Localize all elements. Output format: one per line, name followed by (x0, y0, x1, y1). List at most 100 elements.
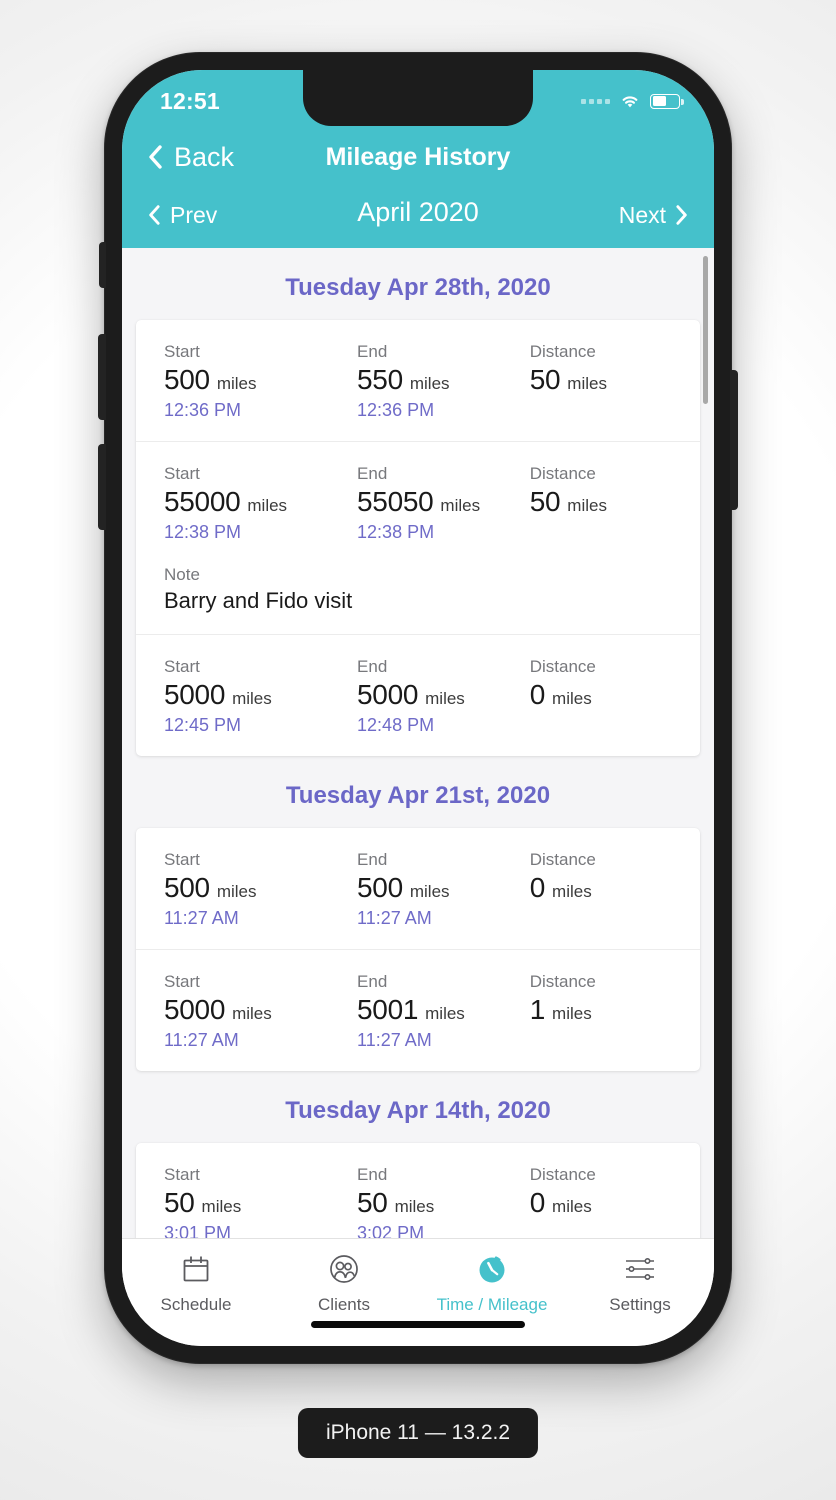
mileage-entry[interactable]: Start 50 miles 3:01 PM End 50 miles 3:02… (136, 1143, 700, 1238)
start-value: 50 (164, 1187, 195, 1218)
start-unit: miles (247, 496, 288, 515)
end-column: End 5000 miles 12:48 PM (357, 657, 530, 736)
distance-label: Distance (529, 657, 596, 676)
tab-clients-label: Clients (318, 1295, 370, 1314)
end-column: End 55050 miles 12:38 PM (357, 464, 530, 543)
mileage-entry[interactable]: Start 55000 miles 12:38 PM End 55050 mil… (136, 442, 700, 635)
chevron-left-icon (149, 145, 162, 169)
distance-value-row: 50 miles (530, 364, 672, 396)
end-value: 50 (357, 1187, 388, 1218)
back-button-label: Back (174, 141, 235, 172)
status-bar-clock: 12:51 (160, 87, 220, 114)
home-indicator[interactable] (311, 1321, 525, 1328)
end-unit: miles (409, 374, 450, 393)
device-caption: iPhone 11 — 13.2.2 (297, 1408, 539, 1458)
cellular-dots-icon (581, 98, 610, 104)
end-value: 5001 (357, 994, 419, 1025)
start-value: 5000 (164, 994, 226, 1025)
stopwatch-icon (475, 1252, 509, 1286)
distance-value: 50 (529, 364, 561, 395)
date-heading: Tuesday Apr 21st, 2020 (285, 782, 551, 809)
device-screen: 12:51 Back Mileage History Prev April 20… (122, 70, 714, 1346)
start-time: 11:27 AM (164, 908, 239, 928)
month-pager: Prev April 2020 Next (122, 188, 714, 248)
next-month-button[interactable]: Next (619, 202, 688, 229)
end-unit: miles (425, 689, 465, 708)
mileage-entry[interactable]: Start 500 miles 12:36 PM End 550 miles 1… (136, 320, 700, 442)
scroll-area[interactable]: Tuesday Apr 28th, 2020 Start 500 miles 1… (122, 248, 714, 1238)
end-value: 500 (357, 872, 403, 903)
start-unit: miles (232, 1004, 272, 1023)
end-time: 11:27 AM (357, 1030, 432, 1050)
distance-unit: miles (552, 1197, 592, 1216)
volume-up-button[interactable] (98, 334, 106, 420)
end-time: 12:36 PM (357, 400, 435, 420)
people-icon (327, 1252, 361, 1286)
end-label: End (357, 464, 388, 483)
calendar-icon (180, 1252, 212, 1286)
start-label: Start (164, 1165, 200, 1184)
start-column: Start 5000 miles 12:45 PM (164, 657, 357, 736)
mileage-history-list[interactable]: Tuesday Apr 28th, 2020 Start 500 miles 1… (122, 248, 714, 1238)
end-value: 5000 (357, 679, 419, 710)
tab-schedule-label: Schedule (160, 1295, 232, 1314)
entry-columns: Start 5000 miles 12:45 PM End 5000 miles… (164, 657, 672, 736)
start-label: Start (164, 342, 200, 361)
end-value-row: 5001 miles (357, 994, 530, 1026)
start-value-row: 5000 miles (164, 679, 357, 711)
end-value: 55050 (357, 486, 434, 517)
distance-unit: miles (552, 882, 592, 901)
start-time: 3:01 PM (164, 1223, 232, 1238)
prev-month-button[interactable]: Prev (148, 202, 217, 229)
entry-columns: Start 5000 miles 11:27 AM End 5001 miles… (164, 972, 672, 1051)
note-text: Barry and Fido visit (164, 588, 353, 613)
distance-label: Distance (529, 1165, 596, 1184)
chevron-right-icon (676, 205, 687, 225)
tab-settings[interactable]: Settings (566, 1252, 714, 1315)
start-value: 500 (164, 872, 210, 903)
chevron-left-icon (149, 205, 160, 225)
start-column: Start 500 miles 12:36 PM (164, 342, 357, 421)
distance-value: 0 (529, 872, 546, 903)
distance-label: Distance (529, 342, 596, 361)
end-time: 3:02 PM (357, 1223, 425, 1238)
mileage-entry[interactable]: Start 5000 miles 11:27 AM End 5001 miles… (136, 950, 700, 1071)
power-button[interactable] (730, 370, 738, 510)
volume-down-button[interactable] (98, 444, 106, 530)
end-value-row: 5000 miles (357, 679, 530, 711)
end-time: 12:38 PM (357, 522, 435, 542)
mileage-entry[interactable]: Start 5000 miles 12:45 PM End 5000 miles… (136, 635, 700, 756)
distance-unit: miles (552, 689, 592, 708)
end-value-row: 500 miles (357, 872, 530, 904)
distance-label: Distance (529, 972, 596, 991)
note-label: Note (164, 565, 200, 584)
distance-value-row: 0 miles (530, 872, 672, 904)
distance-label: Distance (529, 850, 596, 869)
sliders-icon (623, 1252, 657, 1286)
distance-value-row: 50 miles (530, 486, 672, 518)
start-unit: miles (216, 374, 257, 393)
start-time: 11:27 AM (164, 1030, 239, 1050)
silent-switch-button[interactable] (99, 242, 106, 288)
start-column: Start 500 miles 11:27 AM (164, 850, 357, 929)
distance-value: 1 (529, 994, 546, 1025)
tab-settings-label: Settings (609, 1295, 671, 1314)
distance-unit: miles (567, 374, 607, 393)
prev-month-label: Prev (170, 201, 218, 228)
start-value-row: 500 miles (164, 364, 357, 396)
tab-schedule[interactable]: Schedule (122, 1252, 270, 1315)
back-button[interactable]: Back (148, 142, 234, 173)
tab-clients[interactable]: Clients (270, 1252, 418, 1315)
vertical-scrollbar[interactable] (703, 256, 708, 404)
distance-column: Distance 0 miles (530, 850, 672, 929)
mileage-entry[interactable]: Start 500 miles 11:27 AM End 500 miles 1… (136, 828, 700, 950)
tab-time-mileage[interactable]: Time / Mileage (418, 1252, 566, 1315)
date-heading: Tuesday Apr 14th, 2020 (285, 1097, 551, 1124)
end-column: End 5001 miles 11:27 AM (357, 972, 530, 1051)
distance-column: Distance 0 miles (530, 657, 672, 736)
end-unit: miles (394, 1197, 435, 1216)
distance-column: Distance 50 miles (530, 342, 672, 421)
end-value-row: 550 miles (357, 364, 530, 396)
date-heading: Tuesday Apr 28th, 2020 (285, 274, 551, 301)
start-value-row: 500 miles (164, 872, 357, 904)
